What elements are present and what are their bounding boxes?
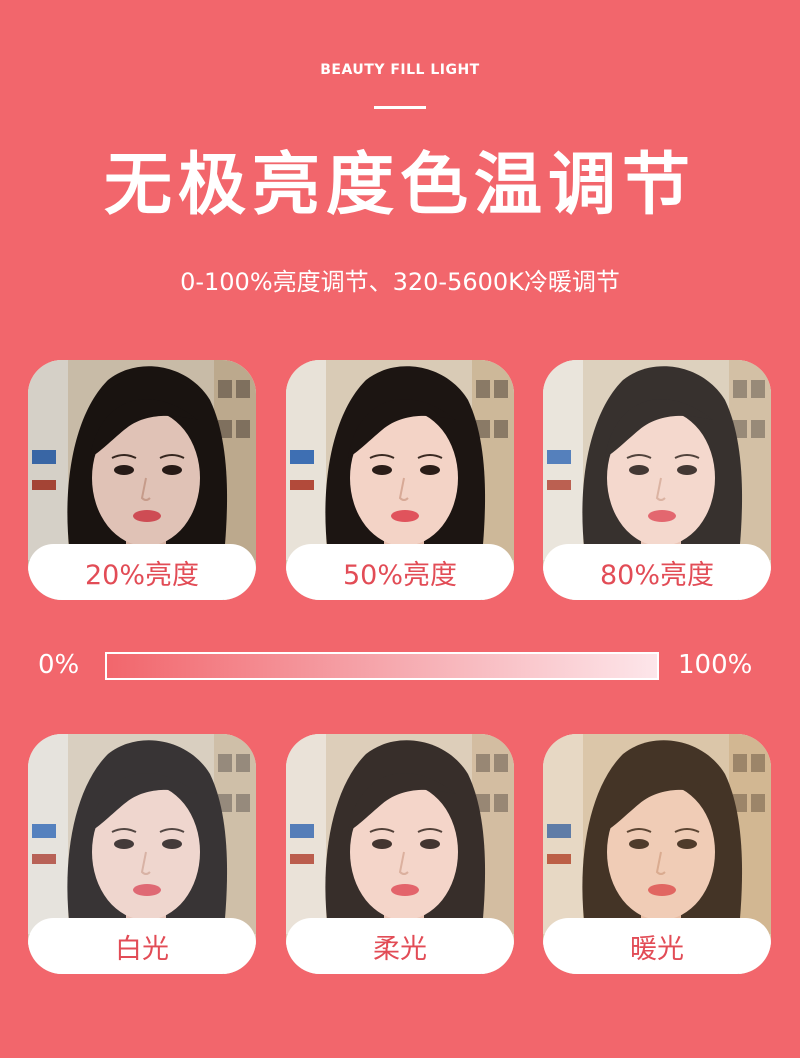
page-title: 无极亮度色温调节 xyxy=(103,146,696,225)
page-subtitle: 0-100%亮度调节、320-5600K冷暖调节 xyxy=(180,268,620,296)
scale-min-label: 0% xyxy=(38,650,80,680)
tone-card-soft: 柔光 xyxy=(286,734,514,974)
tone-card-warm: 暖光 xyxy=(543,734,771,974)
brightness-gradient-bar xyxy=(105,652,659,680)
brightness-card-80: 80%亮度 xyxy=(543,360,771,600)
title-divider xyxy=(374,106,426,109)
brightness-card-20: 20%亮度 xyxy=(28,360,256,600)
tone-label: 柔光 xyxy=(286,918,514,974)
brightness-label: 20%亮度 xyxy=(28,544,256,600)
tone-label: 白光 xyxy=(28,918,256,974)
eyebrow-text: BEAUTY FILL LIGHT xyxy=(320,62,480,78)
brightness-card-50: 50%亮度 xyxy=(286,360,514,600)
brightness-label: 50%亮度 xyxy=(286,544,514,600)
scale-max-label: 100% xyxy=(678,650,753,680)
tone-label: 暖光 xyxy=(543,918,771,974)
brightness-label: 80%亮度 xyxy=(543,544,771,600)
tone-card-white: 白光 xyxy=(28,734,256,974)
